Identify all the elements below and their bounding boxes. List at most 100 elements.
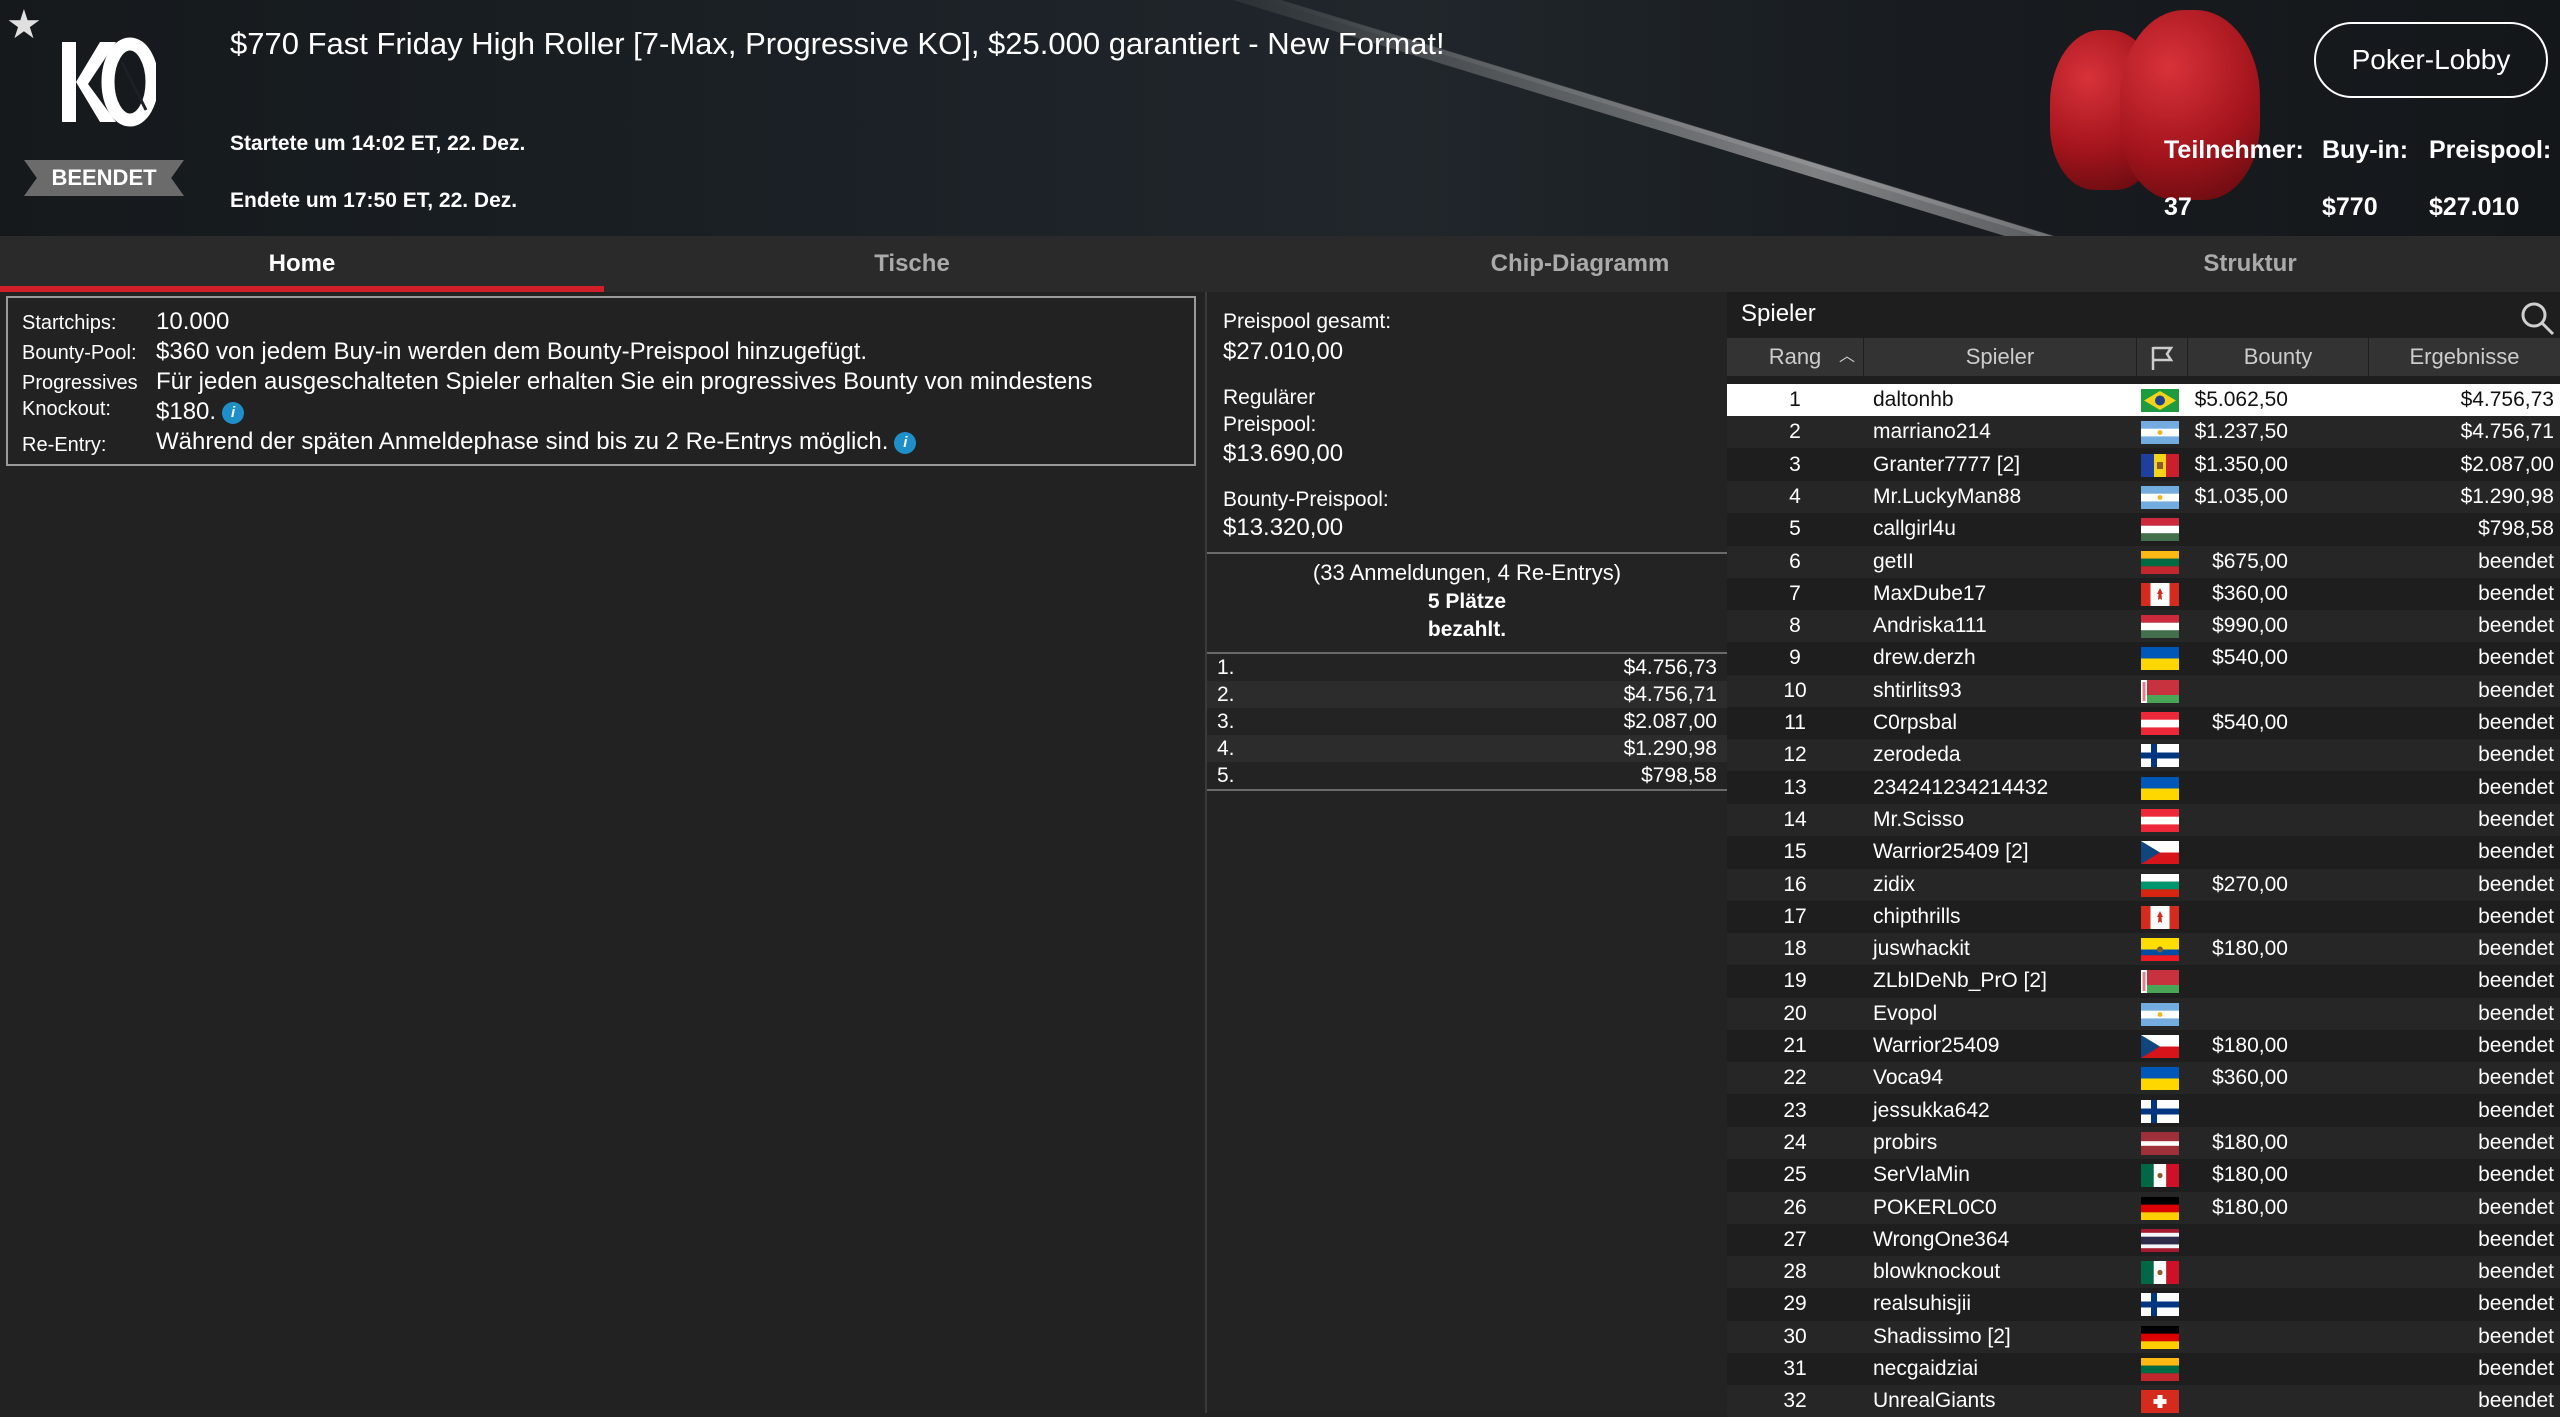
czechia-flag-icon [2141,1035,2179,1058]
column-header-player[interactable]: Spieler [1864,338,2137,376]
table-row[interactable]: 10 shtirlits93 beendet [1727,674,2560,707]
table-row[interactable]: 11 C0rpsbal $540,00 beendet [1727,707,2560,739]
column-header-result[interactable]: Ergebnisse [2369,338,2560,376]
tab-home[interactable]: Home [0,236,604,292]
table-row[interactable]: 14 Mr.Scisso beendet [1727,803,2560,836]
table-row[interactable]: 25 SerVlaMin $180,00 beendet [1727,1159,2560,1191]
bounty-prizepool-label: Bounty-Preispool: [1223,488,1389,511]
payout-row: 5. $798,58 [1207,762,1727,789]
payout-place: 5. [1217,764,1235,787]
argentina-flag-icon [2141,1002,2179,1026]
ukraine-flag-icon [2141,1067,2179,1091]
table-row[interactable]: 26 POKERL0C0 $180,00 beendet [1727,1191,2560,1224]
prizepool-label: Preispool: [2429,136,2552,164]
canada-flag-icon [2141,905,2179,929]
tab-tables[interactable]: Tische [604,236,1220,292]
player-bounty: $1.350,00 [2194,452,2288,476]
player-name: daltonhb [1873,388,1954,411]
table-row[interactable]: 19 ZLbIDeNb_PrO [2] beendet [1727,965,2560,997]
player-rank: 9 [1789,646,1801,670]
table-row[interactable]: 17 chipthrills beendet [1727,901,2560,933]
argentina-flag-icon [2141,421,2179,445]
bountypool-value: $360 von jedem Buy-in werden dem Bounty-… [156,338,868,365]
player-bounty: $675,00 [2212,549,2288,573]
pko-label: Progressives [22,372,138,394]
table-row[interactable]: 28 blowknockout beendet [1727,1256,2560,1289]
table-row[interactable]: 8 Andriska111 $990,00 beendet [1727,610,2560,643]
poker-lobby-button[interactable]: Poker-Lobby [2314,22,2548,98]
player-name: getII [1873,549,1914,573]
start-time: Startete um 14:02 ET, 22. Dez. [230,132,526,155]
column-header-country[interactable] [2137,338,2188,376]
finland-flag-icon [2141,1099,2179,1123]
table-row[interactable]: 30 Shadissimo [2] beendet [1727,1320,2560,1353]
pko-min-bounty: $180. [156,398,217,425]
player-bounty: $1.237,50 [2194,420,2288,444]
player-name: 234241234214432 [1873,775,2049,799]
player-name: ZLbIDeNb_PrO [2] [1873,969,2047,993]
player-name: Andriska111 [1873,614,1987,638]
player-rank: 4 [1789,484,1801,508]
player-bounty: $180,00 [2212,1034,2288,1057]
tab-structure[interactable]: Struktur [1940,236,2560,292]
player-name: juswhackit [1873,937,1970,961]
player-result: $1.290,98 [2460,484,2554,508]
table-row[interactable]: 7 MaxDube17 $360,00 beendet [1727,578,2560,610]
table-row[interactable]: 2 marriano214 $1.237,50 $4.756,71 [1727,416,2560,449]
favorite-star-icon[interactable]: ★ [6,2,42,48]
player-rank: 14 [1783,807,1807,831]
player-bounty: $180,00 [2212,1195,2288,1219]
table-row[interactable]: 5 callgirl4u $798,58 [1727,513,2560,545]
player-result: beendet [2478,678,2554,702]
player-result: beendet [2478,840,2554,864]
player-result: beendet [2478,1260,2554,1284]
table-row[interactable]: 24 probirs $180,00 beendet [1727,1126,2560,1159]
search-icon[interactable] [2517,298,2557,338]
table-row[interactable]: 29 realsuhisjii beendet [1727,1288,2560,1320]
player-name: jessukka642 [1873,1098,1990,1122]
payout-amount: $2.087,00 [1623,710,1717,733]
player-rank: 6 [1789,549,1801,573]
player-rank: 22 [1783,1066,1807,1090]
payout-amount: $798,58 [1641,764,1717,787]
regular-prizepool-label: Preispool: [1223,413,1317,436]
player-result: beendet [2478,937,2554,961]
info-icon[interactable]: i [222,401,245,424]
player-result: beendet [2478,807,2554,831]
table-row[interactable]: 6 getII $675,00 beendet [1727,545,2560,578]
table-row[interactable]: 1 daltonhb $5.062,50 $4.756,73 [1727,384,2560,416]
table-row[interactable]: 23 jessukka642 beendet [1727,1095,2560,1127]
table-row[interactable]: 16 zidix $270,00 beendet [1727,868,2560,901]
player-result: beendet [2478,743,2554,767]
tournament-info-box: Startchips: 10.000 Bounty-Pool: $360 von… [6,296,1196,466]
table-row[interactable]: 22 Voca94 $360,00 beendet [1727,1062,2560,1095]
player-rank: 3 [1789,452,1801,476]
column-header-bounty[interactable]: Bounty [2188,338,2369,376]
player-rank: 23 [1783,1098,1807,1122]
lithuania-flag-icon [2141,550,2179,574]
column-header-rank[interactable]: Rang ︿ [1727,338,1864,376]
table-row[interactable]: 15 Warrior25409 [2] beendet [1727,836,2560,868]
table-row[interactable]: 21 Warrior25409 $180,00 beendet [1727,1030,2560,1062]
tab-chip-chart[interactable]: Chip-Diagramm [1220,236,1940,292]
player-name: drew.derzh [1873,646,1976,670]
table-row[interactable]: 27 WrongOne364 beendet [1727,1224,2560,1256]
table-row[interactable]: 13 234241234214432 beendet [1727,772,2560,804]
player-bounty: $360,00 [2212,1066,2288,1090]
table-row[interactable]: 3 Granter7777 [2] $1.350,00 $2.087,00 [1727,449,2560,481]
info-icon[interactable]: i [894,431,917,454]
table-row[interactable]: 9 drew.derzh $540,00 beendet [1727,642,2560,674]
table-row[interactable]: 20 Evopol beendet [1727,997,2560,1030]
table-row[interactable]: 18 juswhackit $180,00 beendet [1727,933,2560,966]
table-row[interactable]: 31 necgaidziai beendet [1727,1353,2560,1385]
ukraine-flag-icon [2141,647,2179,671]
player-name: POKERL0C0 [1873,1195,1997,1219]
divider [1207,789,1727,791]
tournament-header: ★ BEENDET $770 Fast Friday High Roller [… [0,0,2560,236]
table-row[interactable]: 4 Mr.LuckyMan88 $1.035,00 $1.290,98 [1727,480,2560,513]
reentry-label: Re-Entry: [22,434,107,456]
player-rank: 16 [1783,872,1807,896]
table-row[interactable]: 12 zerodeda beendet [1727,739,2560,772]
player-name: chipthrills [1873,904,1961,928]
table-row[interactable]: 32 UnrealGiants beendet [1727,1385,2560,1417]
